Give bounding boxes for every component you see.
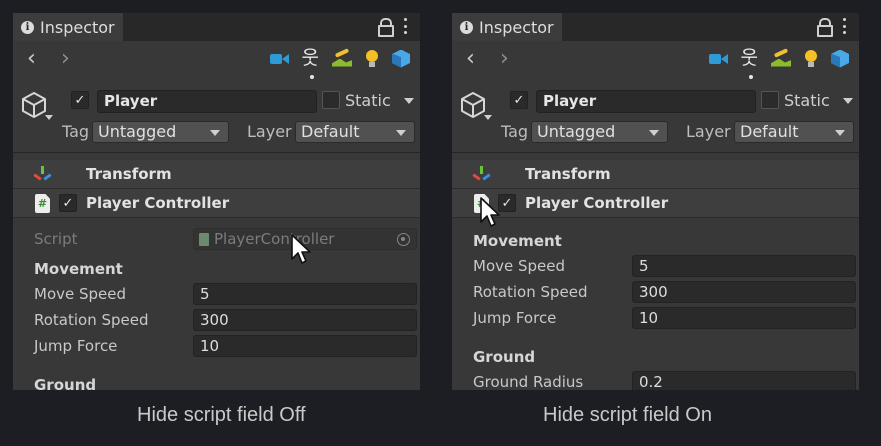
active-checkbox[interactable]: ✓ (510, 91, 528, 109)
tab-bar: i Inspector (13, 13, 420, 41)
layer-label: Layer (247, 122, 292, 141)
transform-icon (472, 166, 491, 184)
object-picker-icon (397, 233, 410, 246)
jump-force-field[interactable]: 10 (193, 335, 417, 357)
movement-header: Movement (473, 232, 562, 250)
tab-inspector[interactable]: i Inspector (13, 13, 123, 41)
ground-header: Ground (34, 376, 97, 390)
game-object-header: ✓ Player Static Tag Untagged Layer Defau… (452, 77, 859, 153)
rotation-speed-field[interactable]: 300 (193, 309, 417, 331)
layer-dropdown[interactable]: Default (295, 121, 415, 143)
prefab-cube-icon[interactable] (392, 49, 410, 68)
gameobject-cube-icon[interactable] (21, 91, 47, 119)
more-menu-icon[interactable] (843, 18, 847, 34)
prop-label-move-speed: Move Speed (34, 285, 127, 303)
chevron-down-icon[interactable] (45, 115, 53, 120)
forward-arrow-icon[interactable]: › (500, 48, 509, 70)
mouse-cursor-icon (480, 197, 500, 227)
component-title: Player Controller (525, 194, 669, 212)
script-file-icon (199, 233, 209, 246)
prop-label-rotation-speed: Rotation Speed (34, 311, 149, 329)
tag-label: Tag (501, 122, 529, 141)
inspector-panel-hide-script-off: i Inspector ‹ › 웃 ✓ Player Static Tag Un… (13, 13, 420, 390)
chevron-down-icon (835, 130, 845, 136)
prop-label-ground-radius: Ground Radius (473, 373, 584, 390)
back-arrow-icon[interactable]: ‹ (27, 48, 36, 70)
static-dropdown-icon[interactable] (843, 98, 853, 104)
static-label: Static (345, 91, 391, 110)
caption-hide-script-off: Hide script field Off (137, 404, 306, 426)
more-menu-icon[interactable] (404, 18, 408, 34)
tab-inspector-label: Inspector (479, 17, 554, 37)
transform-icon (33, 166, 52, 184)
ground-header: Ground (473, 348, 536, 366)
avatar-icon[interactable]: 웃 (302, 49, 319, 79)
lock-icon[interactable] (378, 18, 394, 37)
terrain-icon[interactable] (771, 51, 791, 67)
nav-bar: ‹ › 웃 (13, 41, 420, 79)
component-body: Script PlayerController Movement Move Sp… (13, 218, 420, 390)
move-speed-field[interactable]: 5 (632, 255, 856, 277)
tag-dropdown[interactable]: Untagged (92, 121, 229, 143)
tab-inspector[interactable]: i Inspector (452, 13, 562, 41)
mouse-cursor-icon (291, 234, 311, 264)
info-icon: i (21, 20, 34, 34)
prop-label-jump-force: Jump Force (473, 309, 557, 327)
layer-dropdown[interactable]: Default (734, 121, 854, 143)
component-body: Movement Move Speed 5 Rotation Speed 300… (452, 218, 859, 390)
caption-hide-script-on: Hide script field On (543, 404, 712, 426)
chevron-down-icon (649, 130, 659, 136)
rotation-speed-field[interactable]: 300 (632, 281, 856, 303)
component-title: Player Controller (86, 194, 230, 212)
tab-bar: i Inspector (452, 13, 859, 41)
gameobject-cube-icon[interactable] (460, 91, 486, 119)
static-checkbox[interactable] (322, 91, 340, 109)
light-bulb-icon[interactable] (365, 49, 379, 68)
chevron-down-icon[interactable] (484, 115, 492, 120)
component-transform[interactable]: Transform (452, 160, 859, 189)
game-object-header: ✓ Player Static Tag Untagged Layer Defau… (13, 77, 420, 153)
tag-dropdown[interactable]: Untagged (531, 121, 668, 143)
active-checkbox[interactable]: ✓ (71, 91, 89, 109)
component-player-controller[interactable]: # ✓ Player Controller (452, 189, 859, 218)
component-player-controller[interactable]: # ✓ Player Controller (13, 189, 420, 218)
prop-label-jump-force: Jump Force (34, 337, 118, 355)
prop-label-rotation-speed: Rotation Speed (473, 283, 588, 301)
component-title: Transform (86, 165, 172, 183)
static-label: Static (784, 91, 830, 110)
script-label: Script (34, 230, 78, 248)
terrain-icon[interactable] (332, 51, 352, 67)
movement-header: Movement (34, 260, 123, 278)
layer-label: Layer (686, 122, 731, 141)
back-arrow-icon[interactable]: ‹ (466, 48, 475, 70)
component-enabled-checkbox[interactable]: ✓ (59, 194, 77, 212)
prefab-cube-icon[interactable] (831, 49, 849, 68)
camera-icon[interactable] (269, 53, 289, 65)
prop-label-move-speed: Move Speed (473, 257, 566, 275)
avatar-icon[interactable]: 웃 (741, 49, 758, 79)
object-name-field[interactable]: Player (97, 90, 317, 113)
component-transform[interactable]: Transform (13, 160, 420, 189)
lock-icon[interactable] (817, 18, 833, 37)
nav-bar: ‹ › 웃 (452, 41, 859, 79)
ground-radius-field[interactable]: 0.2 (632, 371, 856, 390)
tab-inspector-label: Inspector (40, 17, 115, 37)
tag-label: Tag (62, 122, 90, 141)
move-speed-field[interactable]: 5 (193, 283, 417, 305)
static-checkbox[interactable] (761, 91, 779, 109)
component-title: Transform (525, 165, 611, 183)
light-bulb-icon[interactable] (804, 49, 818, 68)
camera-icon[interactable] (708, 53, 728, 65)
forward-arrow-icon[interactable]: › (61, 48, 70, 70)
jump-force-field[interactable]: 10 (632, 307, 856, 329)
static-dropdown-icon[interactable] (404, 98, 414, 104)
chevron-down-icon (396, 130, 406, 136)
info-icon: i (460, 20, 473, 34)
script-icon: # (35, 194, 50, 213)
chevron-down-icon (210, 130, 220, 136)
object-name-field[interactable]: Player (536, 90, 756, 113)
inspector-panel-hide-script-on: i Inspector ‹ › 웃 ✓ Player Static Tag Un… (452, 13, 859, 390)
